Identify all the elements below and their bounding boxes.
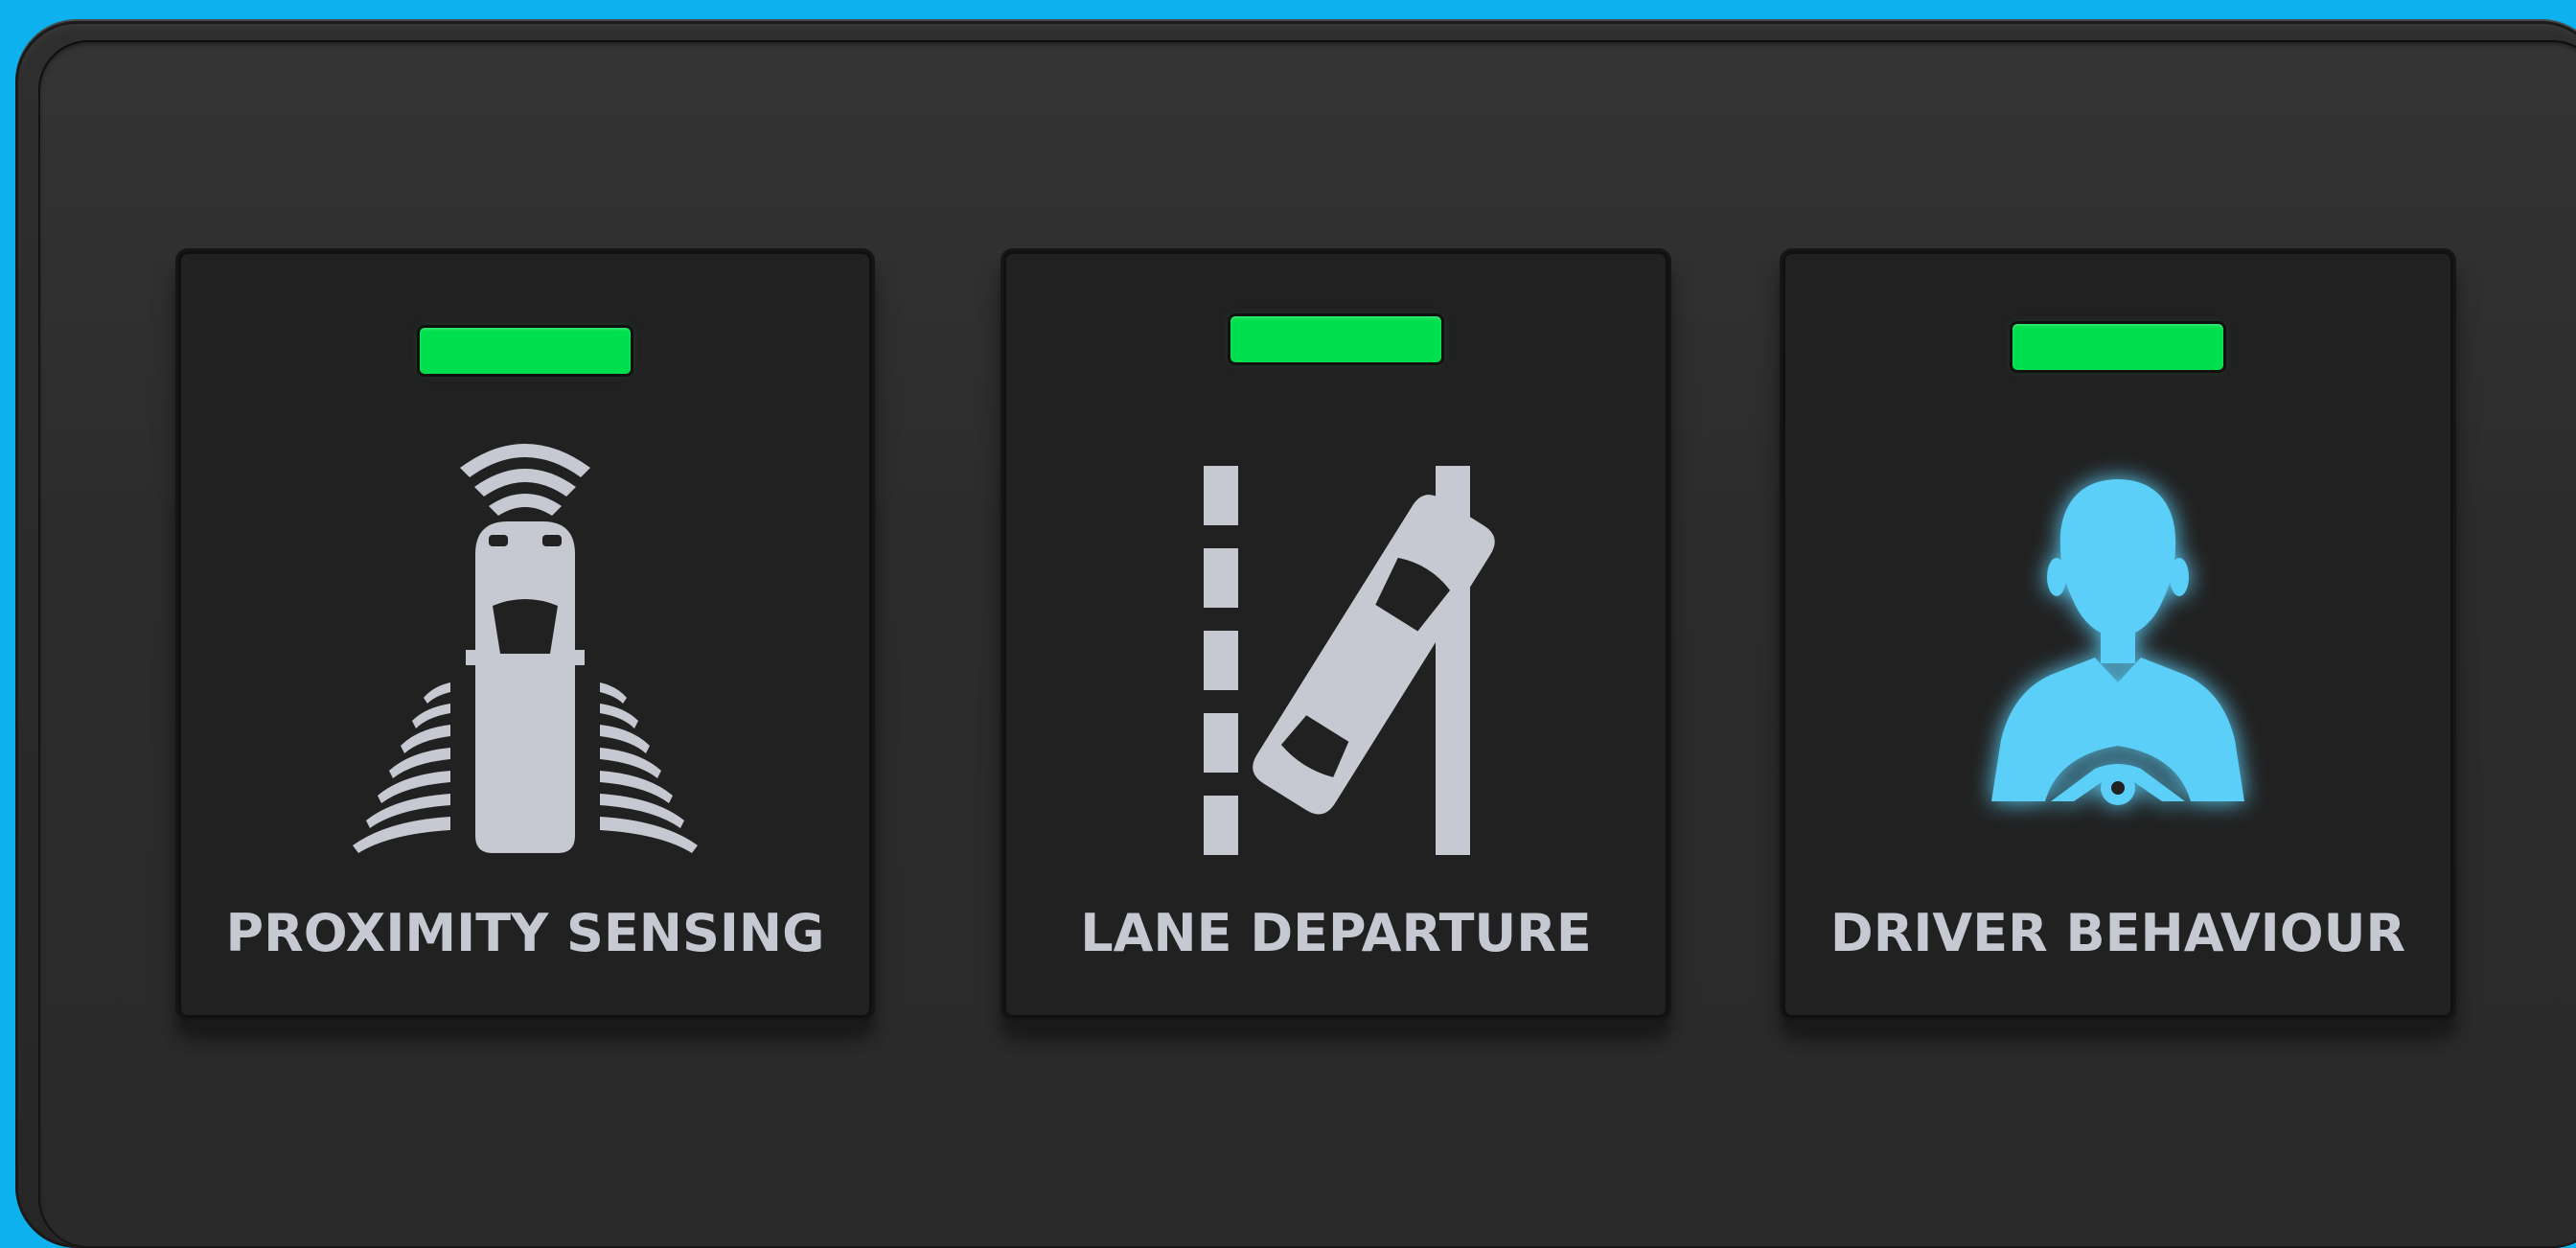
- status-led: [2012, 324, 2223, 370]
- driver-behaviour-button[interactable]: DRIVER BEHAVIOUR: [1782, 251, 2453, 1018]
- lane-departure-button[interactable]: LANE DEPARTURE: [1003, 251, 1668, 1018]
- tile-label: DRIVER BEHAVIOUR: [1829, 903, 2406, 963]
- tile-label: LANE DEPARTURE: [1080, 903, 1592, 963]
- proximity-sensing-icon: [305, 424, 746, 860]
- tile-label: PROXIMITY SENSING: [225, 903, 825, 963]
- lane-departure-icon: [1116, 424, 1556, 860]
- status-led: [1230, 316, 1441, 362]
- proximity-sensing-button[interactable]: PROXIMITY SENSING: [178, 251, 872, 1018]
- status-led: [420, 328, 631, 374]
- driver-behaviour-icon: [1898, 424, 2338, 860]
